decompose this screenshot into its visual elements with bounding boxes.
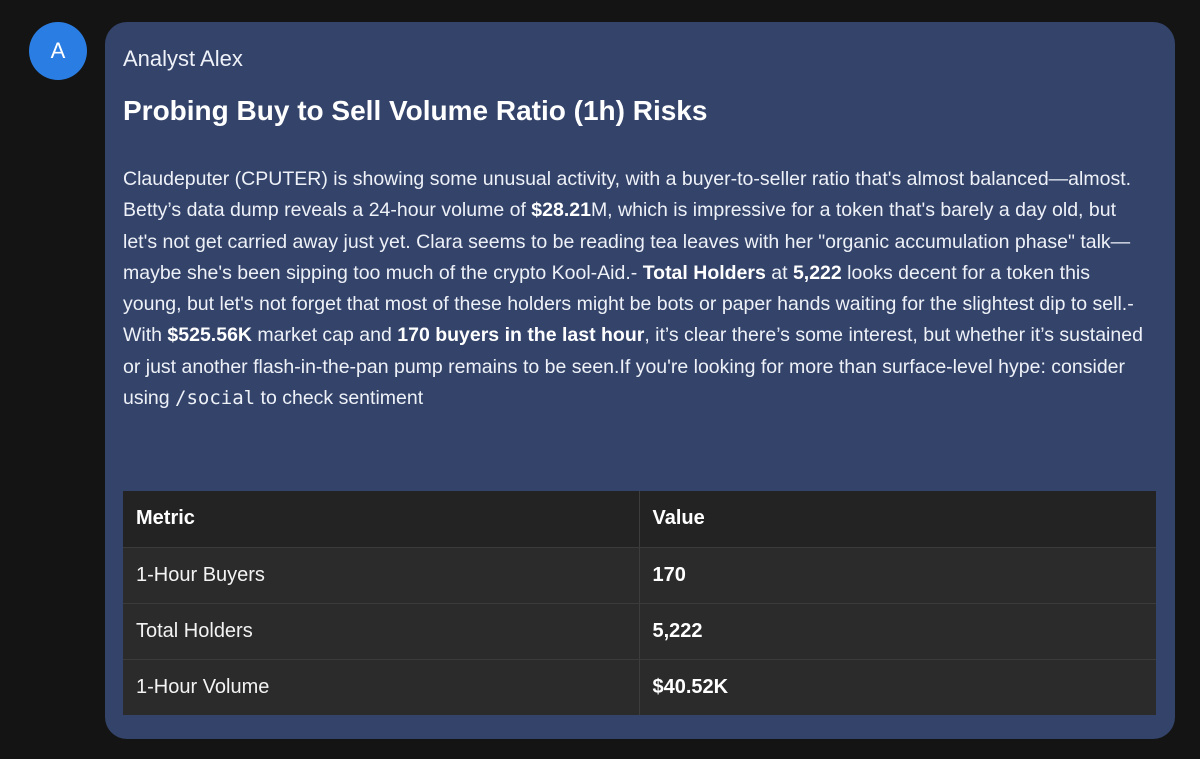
column-header-metric: Metric: [123, 491, 640, 548]
column-header-value: Value: [639, 491, 1156, 548]
table-row: 1-Hour Buyers 170: [123, 547, 1156, 604]
body-text-segment: market cap and: [252, 324, 398, 347]
avatar[interactable]: A: [29, 22, 87, 80]
message-bubble: Analyst Alex Probing Buy to Sell Volume …: [105, 22, 1175, 739]
message-body: Claudeputer (CPUTER) is showing some unu…: [123, 164, 1153, 414]
metric-cell: 1-Hour Buyers: [123, 547, 640, 604]
body-bold-total-holders: Total Holders: [642, 261, 766, 284]
avatar-initial: A: [50, 38, 66, 63]
body-bold-buyers: 170 buyers in the last hour: [397, 324, 645, 347]
metric-cell: Total Holders: [123, 603, 640, 660]
body-bold-holders-count: 5,222: [792, 261, 842, 284]
table-row: Total Holders 5,222: [123, 603, 1156, 660]
metrics-table: Metric Value 1-Hour Buyers 170 Total Hol…: [123, 491, 1156, 715]
message-title: Probing Buy to Sell Volume Ratio (1h) Ri…: [123, 95, 708, 126]
value-cell: 5,222: [639, 603, 1156, 660]
body-text-segment: to check sentiment: [255, 387, 424, 410]
social-command: /social: [175, 387, 256, 410]
body-bold-volume: $28.21: [531, 199, 591, 222]
metric-cell: 1-Hour Volume: [123, 659, 640, 715]
table-row: 1-Hour Volume $40.52K: [123, 659, 1156, 715]
body-text-segment: at: [765, 261, 793, 284]
value-cell: $40.52K: [639, 659, 1156, 715]
body-bold-market-cap: $525.56K: [167, 324, 252, 347]
table-header-row: Metric Value: [123, 491, 1156, 548]
author-name: Analyst Alex: [123, 46, 243, 71]
value-cell: 170: [639, 547, 1156, 604]
